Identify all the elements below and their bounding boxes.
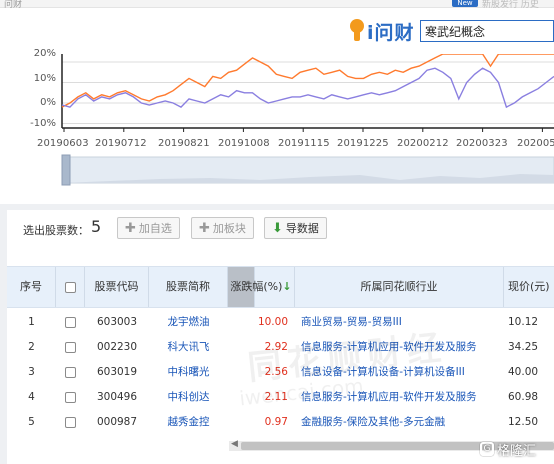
header-seq: 序号 bbox=[7, 267, 56, 307]
download-icon: ⬇ bbox=[272, 220, 283, 236]
cell-code: 603003 bbox=[96, 316, 138, 328]
top-strip: 问财 New 新股发行 历史 bbox=[0, 0, 554, 10]
search-box[interactable] bbox=[420, 20, 554, 42]
x-tick-label: 20190712 bbox=[95, 138, 147, 149]
row-checkbox[interactable] bbox=[65, 316, 76, 328]
performance-chart bbox=[61, 54, 554, 186]
y-tick-label: 20% bbox=[33, 48, 56, 59]
cell-stock-name-link[interactable]: 科大讯飞 bbox=[149, 335, 228, 360]
stock-count-value: 5 bbox=[91, 217, 102, 236]
table-row: 5 000987 越秀金控 0.97 金融服务-保险及其他-多元金融 12.50 bbox=[7, 410, 554, 435]
table-row: 2 002230 科大讯飞 2.92 信息服务-计算机应用-软件开发及服务 34… bbox=[7, 335, 554, 360]
table-row: 1 603003 龙宇燃油 10.00 商业贸易-贸易-贸易III 10.12 bbox=[7, 310, 554, 335]
y-tick-label: 10% bbox=[33, 73, 56, 84]
cell-seq: 2 bbox=[28, 341, 35, 353]
x-tick-label: 20191115 bbox=[278, 138, 330, 149]
cell-stock-name-link[interactable]: 越秀金控 bbox=[149, 410, 228, 435]
x-tick-label: 20191008 bbox=[218, 138, 270, 149]
plus-icon: ✚ bbox=[125, 220, 136, 236]
header-industry[interactable]: 所属同花顺行业 bbox=[295, 267, 504, 307]
gelonghui-badge-text: 格隆汇 bbox=[497, 443, 537, 459]
cell-industry-link[interactable]: 信息服务-计算机应用-软件开发及服务 bbox=[295, 335, 504, 360]
cell-seq: 1 bbox=[28, 316, 35, 328]
cell-stock-name-link[interactable]: 中科曙光 bbox=[149, 360, 228, 385]
cell-price: 60.98 bbox=[508, 391, 539, 403]
cell-seq: 3 bbox=[28, 366, 35, 378]
header-change-label: 涨跌幅(%) bbox=[230, 280, 283, 293]
cell-select bbox=[56, 310, 85, 335]
add-to-watchlist-label: 加自选 bbox=[138, 222, 172, 235]
x-tick-label: 20200323 bbox=[456, 138, 508, 149]
cell-select bbox=[56, 360, 85, 385]
plus-icon: ✚ bbox=[199, 220, 210, 236]
y-tick-label: 0% bbox=[40, 97, 56, 108]
cell-change: 2.92 bbox=[264, 341, 288, 353]
cell-stock-name-link[interactable]: 龙宇燃油 bbox=[149, 310, 228, 335]
cell-industry-link[interactable]: 商业贸易-贸易-贸易III bbox=[295, 310, 504, 335]
header-price[interactable]: 现价(元) bbox=[504, 267, 554, 307]
series-line bbox=[61, 67, 554, 109]
cell-change: 0.97 bbox=[264, 416, 288, 428]
row-checkbox[interactable] bbox=[65, 341, 76, 353]
cell-price: 12.50 bbox=[508, 416, 539, 428]
cell-select bbox=[56, 385, 85, 410]
search-input[interactable] bbox=[421, 21, 553, 41]
header-name[interactable]: 股票简称 bbox=[149, 267, 228, 307]
x-tick-label: 20200212 bbox=[397, 138, 449, 149]
stock-count-label: 选出股票数： bbox=[23, 224, 89, 237]
select-all-checkbox[interactable] bbox=[64, 281, 76, 293]
row-checkbox[interactable] bbox=[65, 416, 76, 428]
cell-change: 10.00 bbox=[257, 316, 288, 328]
cell-seq: 5 bbox=[28, 416, 35, 428]
lightbulb-icon bbox=[348, 19, 366, 43]
gelonghui-badge: G 格隆汇 bbox=[480, 440, 537, 459]
gelonghui-logo-icon: G bbox=[480, 442, 494, 456]
x-tick-label: 20200505 bbox=[517, 138, 554, 149]
y-tick-label: -10% bbox=[30, 118, 56, 129]
header-select-all bbox=[56, 267, 85, 307]
table-header: 序号 股票代码 股票简称 涨跌幅(%)↓ 所属同花顺行业 现价(元) bbox=[7, 266, 554, 308]
add-to-block-button[interactable]: ✚ 加板块 bbox=[191, 217, 254, 239]
cell-seq: 4 bbox=[28, 391, 35, 403]
row-checkbox[interactable] bbox=[65, 366, 76, 378]
export-data-button[interactable]: ⬇ 导数据 bbox=[264, 217, 327, 239]
chart-panel: 20% 10% 0% -10% 20190603 20190712 201908… bbox=[0, 48, 554, 204]
cell-code: 603019 bbox=[96, 366, 138, 378]
add-to-block-label: 加板块 bbox=[212, 222, 246, 235]
cell-price: 40.00 bbox=[508, 366, 539, 378]
x-tick-label: 20190821 bbox=[158, 138, 210, 149]
cell-stock-name-link[interactable]: 中科创达 bbox=[149, 385, 228, 410]
cell-industry-link[interactable]: 金融服务-保险及其他-多元金融 bbox=[295, 410, 504, 435]
results-toolbar: 选出股票数： 5 ✚ 加自选 ✚ 加板块 ⬇ 导数据 bbox=[7, 210, 554, 250]
new-badge: New bbox=[452, 0, 478, 7]
add-to-watchlist-button[interactable]: ✚ 加自选 bbox=[117, 217, 180, 239]
cell-price: 10.12 bbox=[508, 316, 539, 328]
header-change[interactable]: 涨跌幅(%)↓ bbox=[228, 267, 295, 307]
cell-code: 300496 bbox=[96, 391, 138, 403]
range-handle-left bbox=[61, 154, 71, 186]
results-panel: 选出股票数： 5 ✚ 加自选 ✚ 加板块 ⬇ 导数据 序号 股票代码 股票简称 … bbox=[7, 210, 554, 464]
cell-select bbox=[56, 410, 85, 435]
cell-code: 000987 bbox=[96, 416, 138, 428]
header-code[interactable]: 股票代码 bbox=[85, 267, 149, 307]
header: i问财 bbox=[0, 8, 554, 54]
x-tick-label: 20190603 bbox=[37, 138, 89, 149]
cell-code: 002230 bbox=[96, 341, 138, 353]
logo-text: i问财 bbox=[367, 21, 415, 44]
cell-price: 34.25 bbox=[508, 341, 539, 353]
row-checkbox[interactable] bbox=[65, 391, 76, 403]
sort-down-arrow-icon: ↓ bbox=[282, 280, 292, 293]
scroll-left-arrow-icon[interactable]: ◀ bbox=[231, 439, 238, 449]
export-data-label: 导数据 bbox=[285, 222, 319, 235]
iwencai-logo[interactable]: i问财 bbox=[348, 18, 415, 44]
x-tick-label: 20191225 bbox=[337, 138, 389, 149]
cell-select bbox=[56, 335, 85, 360]
